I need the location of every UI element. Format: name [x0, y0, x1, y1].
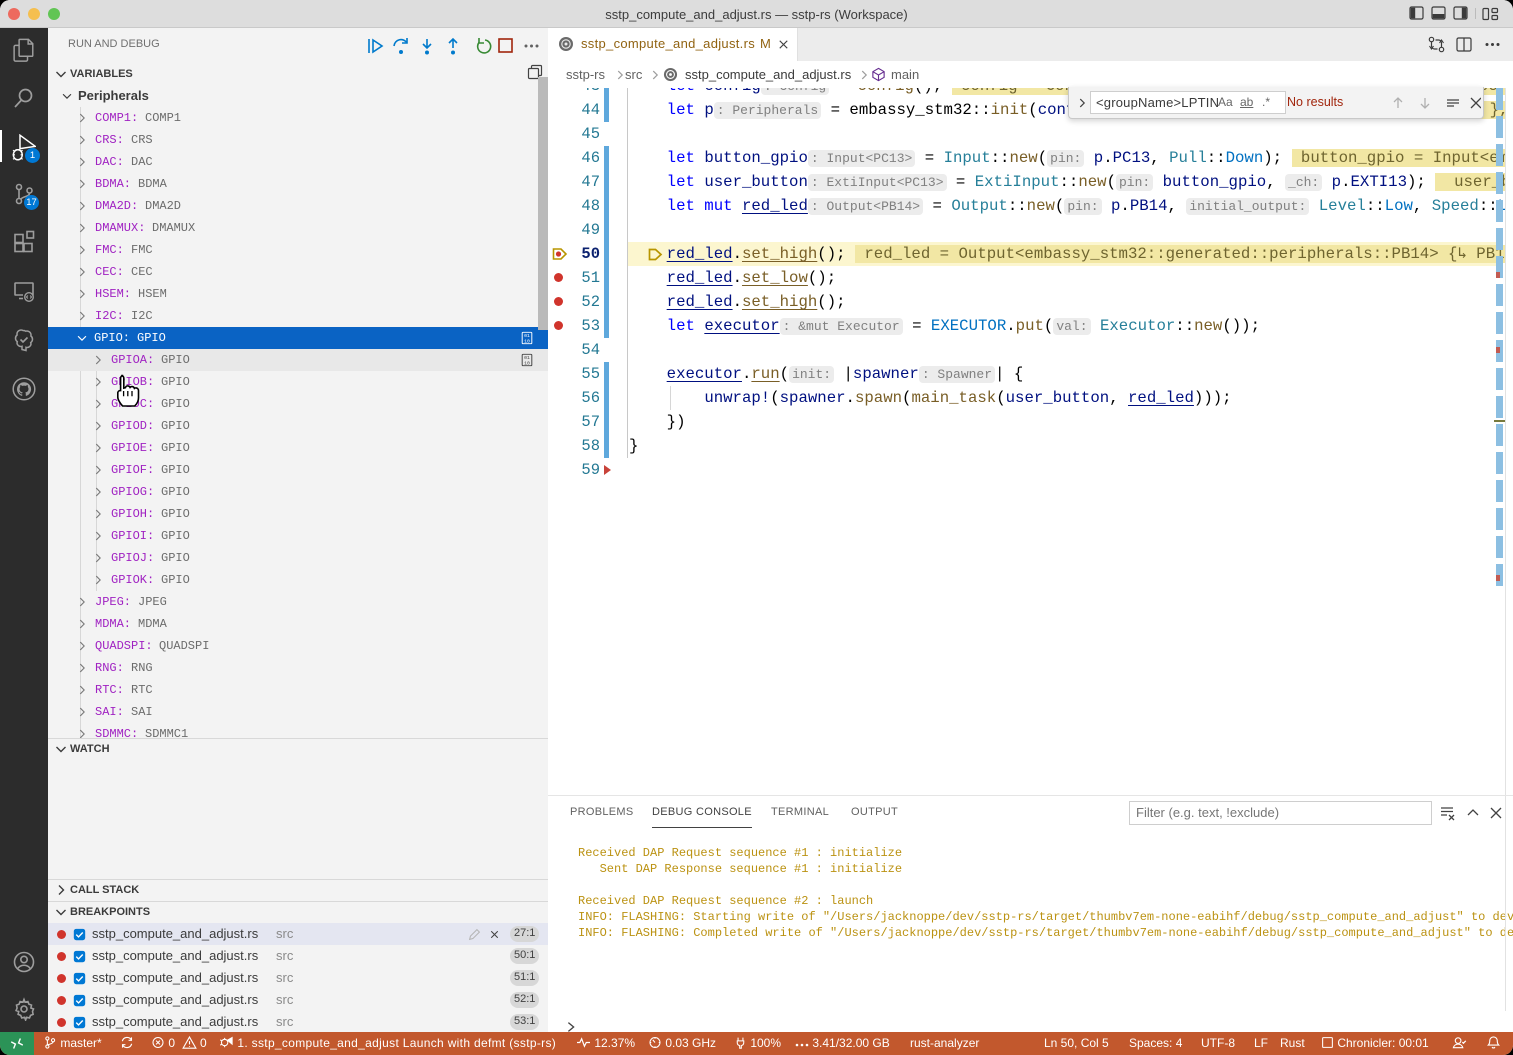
- svg-text:10: 10: [524, 360, 530, 366]
- svg-text:01: 01: [524, 333, 530, 339]
- svg-text:01: 01: [524, 355, 530, 361]
- svg-text:10: 10: [524, 338, 530, 344]
